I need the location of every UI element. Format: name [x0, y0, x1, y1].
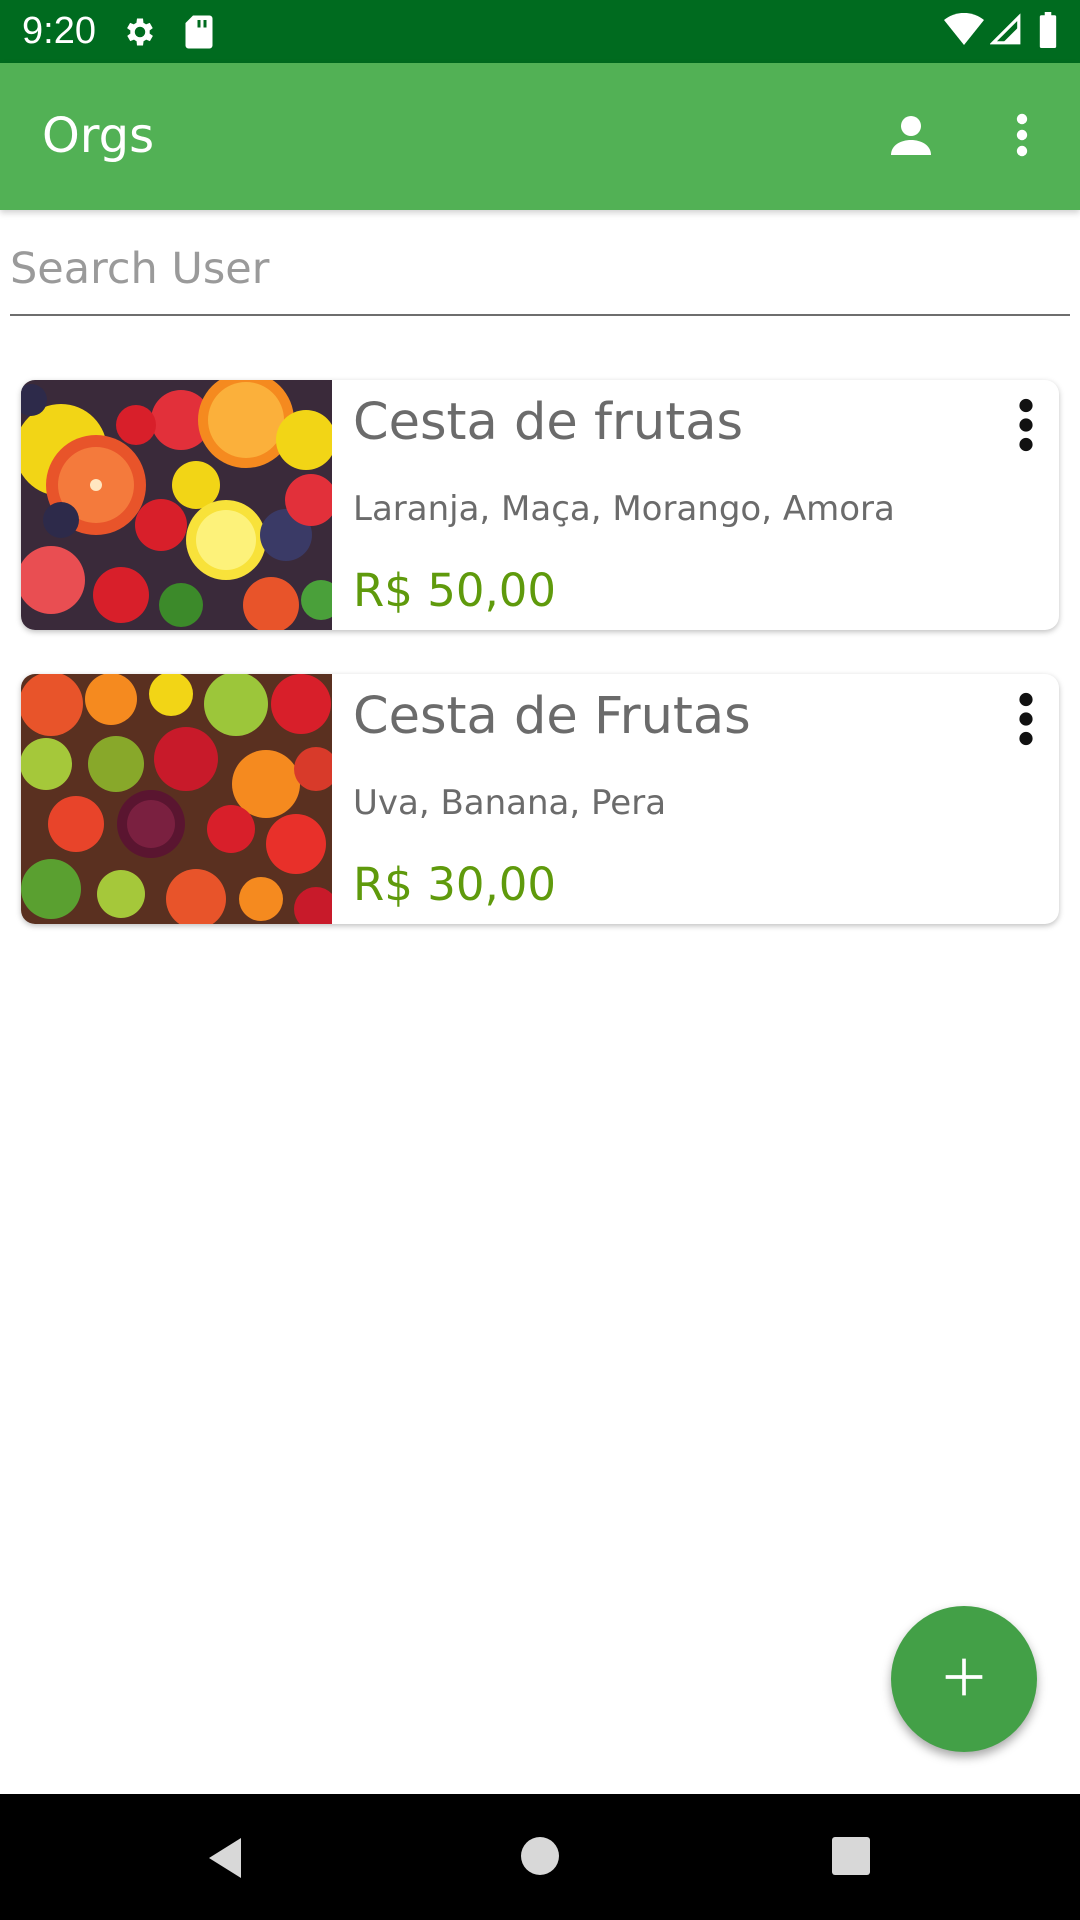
product-price: R$ 50,00	[353, 564, 557, 617]
product-image	[21, 380, 332, 630]
plus-icon	[942, 1655, 986, 1703]
card-menu-icon[interactable]	[1011, 398, 1041, 452]
recents-icon[interactable]	[831, 1836, 871, 1880]
product-price: R$ 30,00	[353, 858, 557, 911]
product-description: Uva, Banana, Pera	[353, 783, 667, 823]
product-card[interactable]: Cesta de frutas Laranja, Maça, Morango, …	[21, 380, 1059, 630]
app-title: Orgs	[42, 108, 155, 164]
product-name: Cesta de frutas	[353, 393, 744, 452]
battery-icon	[1038, 12, 1058, 52]
product-description: Laranja, Maça, Morango, Amora	[353, 489, 895, 529]
signal-icon	[989, 13, 1022, 51]
product-name: Cesta de Frutas	[353, 687, 751, 746]
back-icon[interactable]	[204, 1834, 246, 1886]
search-input[interactable]	[10, 232, 1070, 316]
product-image	[21, 674, 332, 924]
app-bar: Orgs	[0, 63, 1080, 210]
wifi-icon	[944, 12, 984, 51]
sd-card-icon	[184, 14, 214, 54]
status-time: 9:20	[22, 10, 96, 52]
card-menu-icon[interactable]	[1011, 692, 1041, 746]
product-card[interactable]: Cesta de Frutas Uva, Banana, Pera R$ 30,…	[21, 674, 1059, 924]
add-product-button[interactable]	[891, 1606, 1037, 1752]
account-icon[interactable]	[887, 111, 935, 163]
navigation-bar	[0, 1794, 1080, 1920]
status-bar: 9:20	[0, 0, 1080, 63]
home-icon[interactable]	[520, 1836, 560, 1880]
settings-icon	[122, 14, 158, 54]
overflow-menu-icon[interactable]	[1004, 111, 1040, 163]
